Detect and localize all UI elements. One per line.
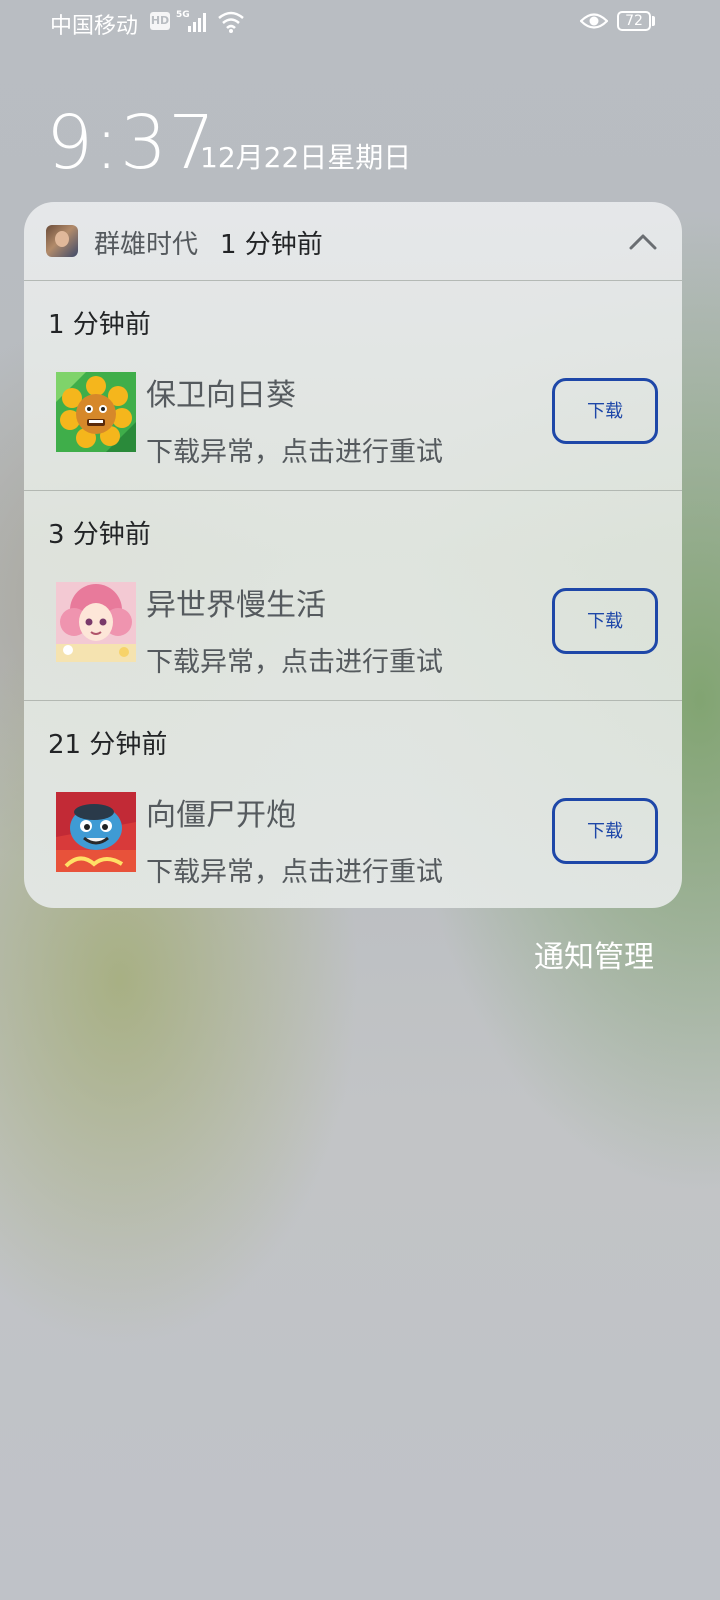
download-button[interactable]: 下载 xyxy=(552,588,658,654)
sunflower-game-icon xyxy=(56,372,136,452)
app-name: 群雄时代 xyxy=(94,230,199,260)
group-time: 1 分钟前 xyxy=(220,230,323,260)
notification-time: 21 分钟前 xyxy=(48,730,168,760)
notification-item[interactable]: 1 分钟前 保卫向日葵 下载异常，点击进行重试 下载 xyxy=(24,280,682,491)
battery-tip xyxy=(652,16,655,26)
notification-message: 下载异常，点击进行重试 xyxy=(146,857,443,888)
eye-comfort-icon xyxy=(579,10,609,38)
notification-time: 3 分钟前 xyxy=(48,520,151,550)
lockscreen-date: 12月22日星期日 xyxy=(200,141,412,174)
app-icon xyxy=(46,225,78,257)
signal-5g-icon: 5G xyxy=(176,8,212,40)
status-bar: 中国移动 HD 5G 72 xyxy=(0,0,720,44)
notification-item[interactable]: 3 分钟前 异世界慢生活 下载异常，点击进行重试 下载 xyxy=(24,490,682,701)
notification-group-card[interactable]: 群雄时代 1 分钟前 1 分钟前 保卫向日葵 下载异常，点击进行重试 下载 3 … xyxy=(24,202,682,908)
notification-message: 下载异常，点击进行重试 xyxy=(146,437,443,468)
download-button[interactable]: 下载 xyxy=(552,378,658,444)
zombie-game-icon xyxy=(56,792,136,872)
svg-text:5G: 5G xyxy=(176,10,190,20)
anime-girl-game-icon xyxy=(56,582,136,662)
lockscreen-time: 9:37 xyxy=(46,100,217,186)
notification-group-header[interactable]: 群雄时代 1 分钟前 xyxy=(24,202,682,281)
notification-title: 向僵尸开炮 xyxy=(146,798,296,833)
notification-title: 异世界慢生活 xyxy=(146,588,326,623)
carrier-label: 中国移动 xyxy=(50,14,139,39)
notification-message: 下载异常，点击进行重试 xyxy=(146,647,443,678)
battery-icon: 72 xyxy=(617,11,651,31)
hd-icon: HD xyxy=(150,12,170,30)
download-button[interactable]: 下载 xyxy=(552,798,658,864)
notification-item[interactable]: 21 分钟前 向僵尸开炮 下载异常，点击进行重试 下载 xyxy=(24,700,682,908)
notification-title: 保卫向日葵 xyxy=(146,378,296,413)
notification-manage-link[interactable]: 通知管理 xyxy=(534,932,654,976)
notification-time: 1 分钟前 xyxy=(48,310,151,340)
collapse-chevron-icon[interactable] xyxy=(628,228,658,256)
wifi-icon xyxy=(216,10,246,40)
